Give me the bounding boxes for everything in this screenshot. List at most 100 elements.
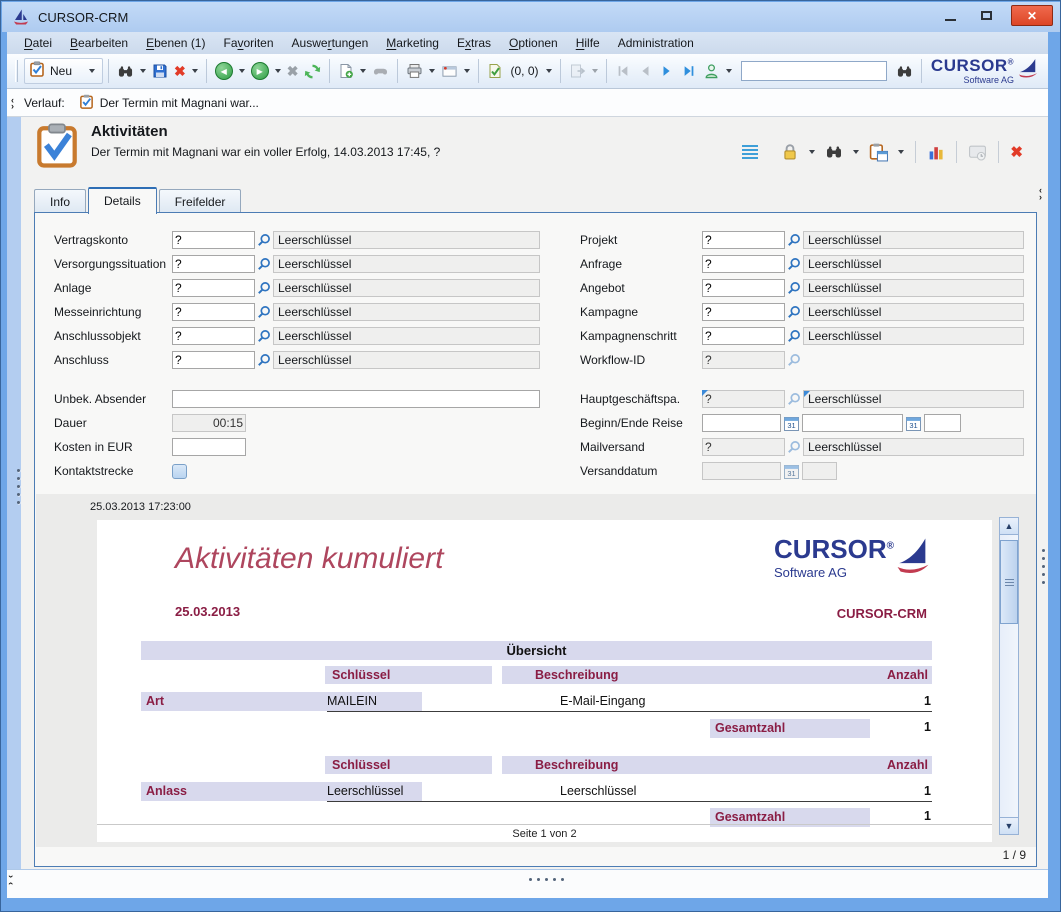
close-button[interactable]: ✕ — [1011, 5, 1053, 26]
lookup-icon[interactable] — [786, 233, 802, 247]
lookup-icon[interactable] — [786, 329, 802, 343]
lock-dropdown-caret[interactable] — [809, 150, 815, 154]
new-dropdown-caret[interactable] — [89, 69, 95, 73]
export-button[interactable] — [566, 58, 589, 84]
save-button[interactable] — [149, 58, 171, 84]
menu-datei[interactable]: Datei — [15, 33, 61, 53]
right-splitter-grip[interactable] — [1042, 549, 1045, 584]
cancel-button[interactable]: ✖ — [284, 58, 302, 84]
tab-info[interactable]: Info — [34, 189, 86, 214]
lookup-icon[interactable] — [786, 305, 802, 319]
menu-hilfe[interactable]: Hilfe — [567, 33, 609, 53]
menu-administration[interactable]: Administration — [609, 33, 703, 53]
new-document-dropdown-caret[interactable] — [360, 69, 366, 73]
forward-dropdown-caret[interactable] — [275, 69, 281, 73]
scrollbar-thumb[interactable] — [1000, 540, 1018, 624]
quick-search-button[interactable] — [893, 58, 916, 84]
menu-extras[interactable]: Extras — [448, 33, 500, 53]
projekt-input[interactable] — [702, 231, 785, 249]
calendar-icon[interactable]: 31 — [784, 464, 799, 479]
back-dropdown-caret[interactable] — [239, 69, 245, 73]
back-button[interactable]: ◀ — [212, 58, 236, 84]
validate-dropdown-caret[interactable] — [546, 69, 552, 73]
lookup-icon[interactable] — [256, 305, 272, 319]
kosten-input[interactable] — [172, 438, 246, 456]
new-document-button[interactable] — [335, 58, 357, 84]
bottom-collapse-control[interactable]: ‹› — [9, 873, 12, 887]
lookup-icon[interactable] — [786, 281, 802, 295]
calendar-icon[interactable]: 31 — [906, 416, 921, 431]
tab-freifelder[interactable]: Freifelder — [159, 189, 242, 214]
reise-ende-input[interactable] — [802, 414, 903, 432]
report-vertical-scrollbar[interactable]: ▲ ▼ — [999, 517, 1019, 835]
angebot-input[interactable] — [702, 279, 785, 297]
delete-dropdown-caret[interactable] — [192, 69, 198, 73]
unbek-absender-input[interactable] — [172, 390, 540, 408]
right-collapse-control[interactable]: ‹› — [1039, 187, 1042, 201]
calendar-icon[interactable]: 31 — [784, 416, 799, 431]
schedule-button[interactable] — [866, 139, 891, 165]
kontaktstrecke-checkbox[interactable] — [172, 464, 187, 479]
history-scroll-arrows[interactable]: ‹› — [11, 97, 14, 109]
bottom-splitter[interactable] — [7, 869, 1048, 898]
quick-search-input[interactable] — [741, 61, 887, 81]
lookup-icon[interactable] — [256, 353, 272, 367]
export-dropdown-caret[interactable] — [592, 69, 598, 73]
anfrage-input[interactable] — [702, 255, 785, 273]
search-dropdown-caret[interactable] — [140, 69, 146, 73]
bottom-splitter-grip[interactable] — [529, 878, 564, 881]
lookup-icon[interactable] — [786, 257, 802, 271]
tab-details[interactable]: Details — [88, 187, 157, 214]
lock-button[interactable] — [778, 139, 802, 165]
lookup-icon[interactable] — [256, 329, 272, 343]
menu-bearbeiten[interactable]: Bearbeiten — [61, 33, 137, 53]
chart-button[interactable] — [924, 139, 948, 165]
toolbar-grip[interactable] — [15, 60, 18, 82]
minimize-button[interactable] — [939, 7, 961, 25]
mail-merge-button[interactable] — [438, 58, 461, 84]
vertragskonto-input[interactable] — [172, 231, 255, 249]
messeinrichtung-input[interactable] — [172, 303, 255, 321]
menu-optionen[interactable]: Optionen — [500, 33, 567, 53]
forward-button[interactable]: ▶ — [248, 58, 272, 84]
versorgungssituation-input[interactable] — [172, 255, 255, 273]
kampagne-input[interactable] — [702, 303, 785, 321]
menu-favoriten[interactable]: Favoriten — [214, 33, 282, 53]
reise-beginn-input[interactable] — [702, 414, 781, 432]
lookup-icon[interactable] — [256, 257, 272, 271]
search-button[interactable] — [114, 58, 137, 84]
menu-auswertungen[interactable]: Auswertungen — [283, 33, 378, 53]
gamepad-button[interactable] — [369, 58, 392, 84]
left-splitter-grip[interactable] — [17, 469, 20, 504]
user-dropdown-caret[interactable] — [726, 69, 732, 73]
next-record-button[interactable] — [656, 58, 678, 84]
user-button[interactable] — [700, 58, 723, 84]
refresh-button[interactable] — [301, 58, 324, 84]
scroll-up-button[interactable]: ▲ — [1000, 518, 1018, 535]
menu-icon[interactable] — [740, 143, 760, 161]
print-dropdown-caret[interactable] — [429, 69, 435, 73]
mail-merge-dropdown-caret[interactable] — [464, 69, 470, 73]
kampagnenschritt-input[interactable] — [702, 327, 785, 345]
new-button[interactable]: Neu — [24, 58, 103, 84]
delete-button[interactable]: ✖ — [171, 58, 189, 84]
menu-ebenen-1-[interactable]: Ebenen (1) — [137, 33, 214, 53]
lookup-icon[interactable] — [256, 233, 272, 247]
history-item[interactable]: Der Termin mit Magnani war... — [79, 94, 259, 112]
anschluss-input[interactable] — [172, 351, 255, 369]
entity-search-button[interactable] — [822, 139, 846, 165]
entity-search-dropdown-caret[interactable] — [853, 150, 859, 154]
validate-button[interactable] — [484, 58, 506, 84]
anschlussobjekt-input[interactable] — [172, 327, 255, 345]
anlage-input[interactable] — [172, 279, 255, 297]
presentation-button[interactable] — [965, 139, 990, 165]
reise-zeit-input[interactable] — [924, 414, 961, 432]
first-record-button[interactable] — [612, 58, 634, 84]
last-record-button[interactable] — [678, 58, 700, 84]
previous-record-button[interactable] — [634, 58, 656, 84]
print-button[interactable] — [403, 58, 426, 84]
close-record-button[interactable]: ✖ — [1007, 139, 1026, 165]
left-splitter[interactable] — [7, 117, 21, 898]
lookup-icon[interactable] — [256, 281, 272, 295]
maximize-button[interactable] — [975, 7, 997, 25]
